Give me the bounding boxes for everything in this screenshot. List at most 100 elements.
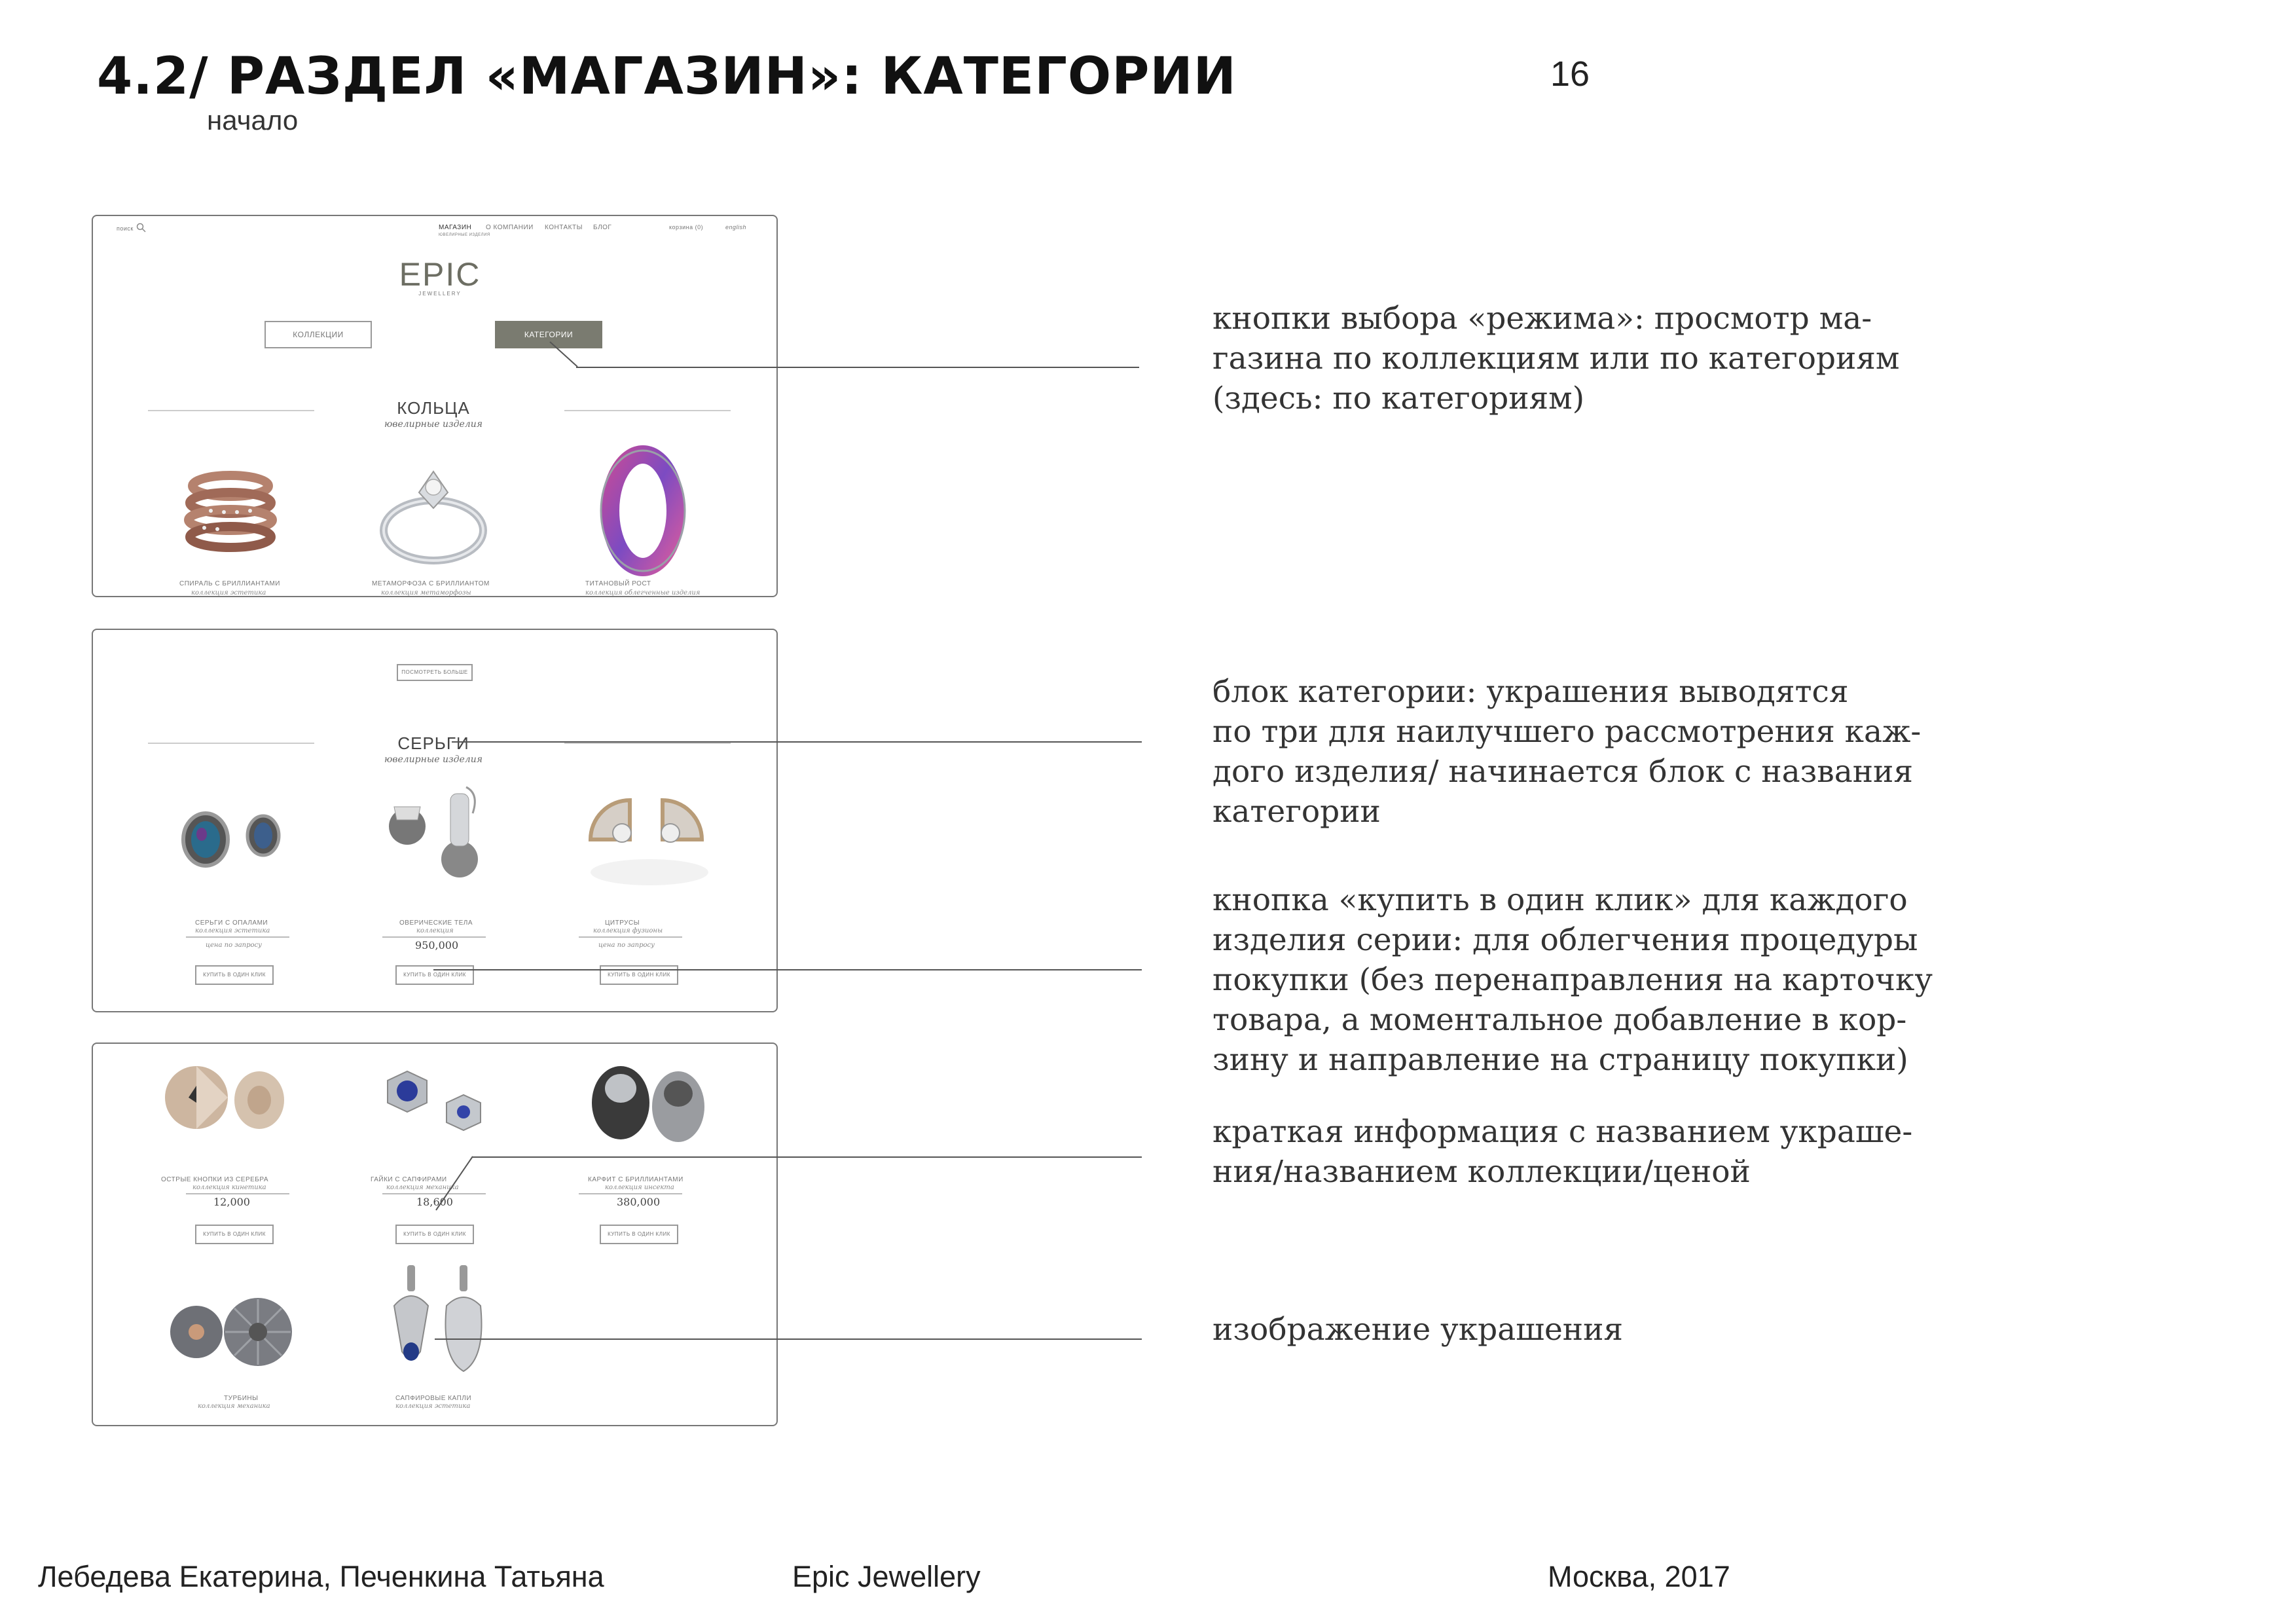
product-collection: коллекция кинетика	[192, 1184, 266, 1191]
footer-project: Epic Jewellery	[792, 1560, 981, 1593]
ring-titanium-image[interactable]	[591, 445, 695, 576]
product-price: 380,000	[617, 1196, 661, 1208]
product-price: цена по запросу	[206, 942, 262, 949]
ring-metamorphosis-image[interactable]	[368, 445, 499, 576]
buy-one-click-button[interactable]: КУПИТЬ В ОДИН КЛИК	[395, 965, 474, 985]
earrings-carfit-image[interactable]	[575, 1057, 719, 1168]
product-collection: коллекция эстетика	[195, 927, 270, 934]
product-collection: коллекция эстетика	[395, 1403, 471, 1410]
product-name[interactable]: ОСТРЫЕ КНОПКИ ИЗ СЕРЕБРА	[161, 1176, 268, 1183]
logo-sub: JEWELLERY	[418, 291, 462, 297]
buy-one-click-button[interactable]: КУПИТЬ В ОДИН КЛИК	[600, 1225, 678, 1244]
product-name[interactable]: САПФИРОВЫЕ КАПЛИ	[395, 1395, 471, 1402]
product-name[interactable]: ОВЕРИЧЕСКИЕ ТЕЛА	[399, 919, 473, 927]
product-name[interactable]: КАРФИТ С БРИЛЛИАНТАМИ	[588, 1176, 683, 1183]
annotation-category-block: блок категории: украшения выводятся по т…	[1212, 672, 1959, 832]
product-price: 950,000	[415, 939, 459, 951]
leader-diagonal-mode	[549, 341, 578, 367]
product-collection: коллекция фузионы	[593, 927, 663, 934]
product-collection: коллекция эстетика	[191, 589, 266, 597]
product-collection: коллекция механика	[198, 1403, 270, 1410]
annotation-buy-button: кнопка «купить в один клик» для каждого …	[1212, 880, 1959, 1080]
page-number: 16	[1550, 54, 1590, 94]
earrings-spherical-image[interactable]	[368, 781, 499, 898]
product-price: 12,000	[213, 1196, 250, 1208]
collections-mode-button[interactable]: КОЛЛЕКЦИИ	[264, 321, 372, 348]
annotation-jewellery-image: изображение украшения	[1212, 1310, 1959, 1350]
annotation-mode-buttons: кнопки выбора «режима»: просмотр ма- газ…	[1212, 299, 1959, 418]
product-collection: коллекция облегченные изделия	[585, 589, 701, 597]
earrings-nuts-sapphire-image[interactable]	[368, 1057, 499, 1162]
ring-spiral-image[interactable]	[165, 452, 296, 570]
annotation-line: категории	[1212, 794, 1381, 830]
leader-line-jewellery-image	[435, 1338, 1142, 1340]
leader-line-category-block	[452, 741, 1142, 743]
nav-contacts[interactable]: КОНТАКТЫ	[545, 224, 583, 231]
annotation-line: газина по коллекциям или по категориям	[1212, 341, 1900, 377]
product-collection: коллекция инсекта	[605, 1184, 674, 1191]
earrings-spikes-image[interactable]	[156, 1057, 300, 1162]
product-collection: коллекция метаморфозы	[381, 589, 471, 597]
leader-line-buy-button	[433, 969, 1142, 970]
annotation-line: дого изделия/ начинается блок с названия	[1212, 754, 1914, 790]
mockup-earrings-grid: ОСТРЫЕ КНОПКИ ИЗ СЕРЕБРА коллекция кинет…	[92, 1043, 778, 1426]
product-info-divider	[579, 1193, 682, 1194]
product-price: цена по запросу	[598, 942, 655, 949]
annotation-line: ния/названием коллекции/ценой	[1212, 1154, 1751, 1190]
earrings-turbines-image[interactable]	[158, 1280, 302, 1384]
product-name[interactable]: МЕТАМОРФОЗА С БРИЛЛИАНТОМ	[372, 580, 490, 587]
earrings-opal-image[interactable]	[165, 794, 296, 892]
mockup-shop-header: поиск МАГАЗИН ЮВЕЛИРНЫЕ ИЗДЕЛИЯ О КОМПАН…	[92, 215, 778, 597]
annotation-line: товара, а моментальное добавление в кор-	[1212, 1002, 1907, 1038]
product-name[interactable]: СЕРЬГИ С ОПАЛАМИ	[195, 919, 268, 927]
category-title-earrings: СЕРЬГИ	[397, 733, 469, 753]
product-name[interactable]: СПИРАЛЬ С БРИЛЛИАНТАМИ	[179, 580, 280, 587]
nav-about[interactable]: О КОМПАНИИ	[486, 224, 534, 231]
category-subtitle-earrings: ювелирные изделия	[384, 754, 483, 765]
annotation-line: (здесь: по категориям)	[1212, 380, 1585, 416]
annotation-line: кнопки выбора «режима»: просмотр ма-	[1212, 301, 1872, 337]
language-link[interactable]: english	[725, 224, 746, 231]
annotation-line: покупки (без перенаправления на карточку	[1212, 962, 1933, 998]
annotation-line: по три для наилучшего рассмотрения каж-	[1212, 714, 1922, 750]
annotation-line: изделия серии: для облегчения процедуры	[1212, 922, 1918, 958]
earrings-citrus-image[interactable]	[577, 787, 721, 898]
leader-line-product-info	[473, 1156, 1142, 1158]
category-subtitle-rings: ювелирные изделия	[384, 419, 483, 430]
mockup-earrings-category: ПОСМОТРЕТЬ БОЛЬШЕ СЕРЬГИ ювелирные издел…	[92, 629, 778, 1012]
nav-blog[interactable]: БЛОГ	[593, 224, 611, 231]
product-name[interactable]: ТУРБИНЫ	[224, 1395, 258, 1402]
buy-one-click-button[interactable]: КУПИТЬ В ОДИН КЛИК	[395, 1225, 474, 1244]
divider-right	[564, 743, 731, 744]
show-more-button[interactable]: ПОСМОТРЕТЬ БОЛЬШЕ	[397, 664, 473, 681]
annotation-line: изображение украшения	[1212, 1312, 1624, 1348]
product-info-divider	[382, 936, 486, 938]
leader-diagonal-info	[435, 1156, 473, 1211]
product-name[interactable]: ТИТАНОВЫЙ РОСТ	[585, 580, 651, 587]
divider-left	[148, 410, 314, 411]
cart-link[interactable]: корзина (0)	[669, 224, 703, 231]
product-info-divider	[186, 936, 289, 938]
leader-line-mode-buttons	[576, 367, 1139, 368]
search-icon[interactable]	[136, 223, 147, 233]
buy-one-click-button[interactable]: КУПИТЬ В ОДИН КЛИК	[600, 965, 678, 985]
divider-right	[564, 410, 731, 411]
page-subtitle: начало	[207, 105, 299, 136]
product-name[interactable]: ЦИТРУСЫ	[605, 919, 640, 927]
search-label[interactable]: поиск	[117, 225, 134, 232]
buy-one-click-button[interactable]: КУПИТЬ В ОДИН КЛИК	[195, 1225, 274, 1244]
page-title: 4.2/ РАЗДЕЛ «МАГАЗИН»: КАТЕГОРИИ	[97, 47, 1237, 106]
nav-shop[interactable]: МАГАЗИН	[439, 224, 471, 231]
annotation-line: краткая информация с названием украше-	[1212, 1114, 1913, 1150]
nav-shop-sub: ЮВЕЛИРНЫЕ ИЗДЕЛИЯ	[439, 233, 490, 237]
footer-authors: Лебедева Екатерина, Печенкина Татьяна	[38, 1560, 604, 1593]
category-title-rings: КОЛЬЦА	[397, 398, 470, 418]
footer-place-date: Москва, 2017	[1548, 1560, 1730, 1593]
buy-one-click-button[interactable]: КУПИТЬ В ОДИН КЛИК	[195, 965, 274, 985]
logo[interactable]: EPIC	[394, 255, 486, 293]
annotation-line: блок категории: украшения выводятся	[1212, 674, 1849, 710]
annotation-line: зину и направление на страницу покупки)	[1212, 1042, 1908, 1078]
earrings-sapphire-drops-image[interactable]	[381, 1260, 499, 1391]
annotation-line: кнопка «купить в один клик» для каждого	[1212, 882, 1908, 918]
product-collection: коллекция	[416, 927, 454, 934]
